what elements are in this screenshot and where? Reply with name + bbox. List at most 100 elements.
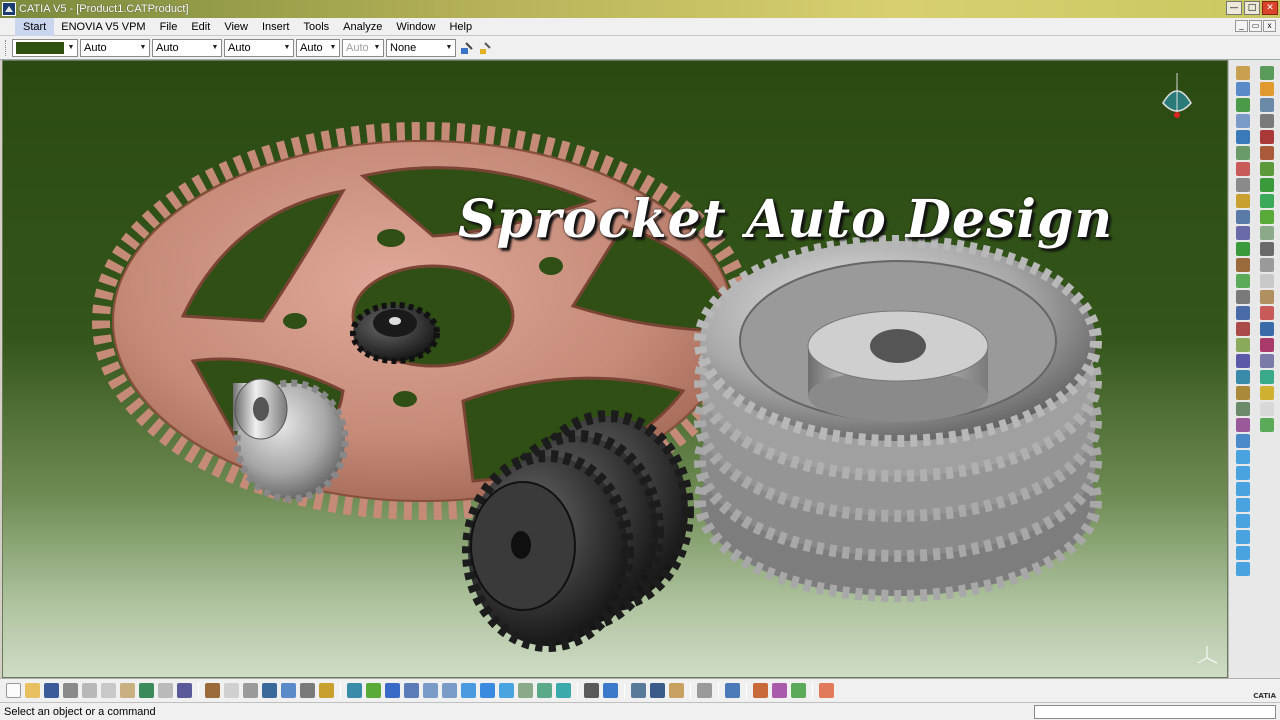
manage-representations-icon[interactable] — [1236, 194, 1250, 208]
paste-icon[interactable] — [120, 683, 135, 698]
small-black-sprocket[interactable] — [350, 302, 440, 364]
capture-icon[interactable] — [1260, 370, 1274, 384]
weld-icon[interactable] — [1260, 130, 1274, 144]
rotate-view-icon[interactable] — [404, 683, 419, 698]
menu-insert[interactable]: Insert — [255, 18, 297, 36]
generate-numbering-icon[interactable] — [1236, 162, 1250, 176]
sprocket-scene[interactable] — [3, 61, 1228, 678]
catia-app-icon[interactable] — [2, 2, 16, 16]
cube-view-1-icon[interactable] — [1236, 450, 1250, 464]
formula-icon[interactable] — [205, 683, 220, 698]
part-icon[interactable] — [1236, 98, 1250, 112]
chevron-down-icon[interactable]: ▼ — [209, 40, 221, 56]
distance-icon[interactable] — [1236, 354, 1250, 368]
cube-view-8-icon[interactable] — [1236, 562, 1250, 576]
steel-multirow-sprocket[interactable] — [694, 235, 1102, 602]
point-symbol-combo[interactable]: Auto ▼ — [296, 38, 340, 57]
menu-enovia[interactable]: ENOVIA V5 VPM — [54, 18, 152, 36]
line-thickness-combo[interactable]: Auto ▼ — [152, 38, 222, 57]
fast-multi-instantiation-icon[interactable] — [1236, 210, 1250, 224]
toolbar-grip[interactable] — [5, 39, 8, 56]
graph-tree-icon[interactable] — [1236, 146, 1250, 160]
comment-icon[interactable] — [224, 683, 239, 698]
measure-icon[interactable] — [631, 683, 646, 698]
view-frozen-icon[interactable] — [1260, 322, 1274, 336]
create-multi-view-icon[interactable] — [480, 683, 495, 698]
redo-icon[interactable] — [158, 683, 173, 698]
doc-close-button[interactable]: x — [1263, 20, 1276, 32]
mass-properties-icon[interactable] — [1236, 402, 1250, 416]
render-1-icon[interactable] — [753, 683, 768, 698]
refresh-icon[interactable] — [697, 683, 712, 698]
print-icon[interactable] — [63, 683, 78, 698]
product-icon[interactable] — [1236, 66, 1250, 80]
rec-icon[interactable] — [1260, 258, 1274, 272]
snap-icon[interactable] — [1236, 258, 1250, 272]
existing-component-icon[interactable] — [1236, 114, 1250, 128]
clash-icon[interactable] — [1236, 322, 1250, 336]
replace-component-icon[interactable] — [1236, 130, 1250, 144]
maximize-button[interactable]: □ — [1244, 1, 1260, 15]
cube-view-6-icon[interactable] — [1236, 530, 1250, 544]
hammer-icon[interactable] — [300, 683, 315, 698]
close-button[interactable]: ✕ — [1262, 1, 1278, 15]
constraint-icon[interactable] — [1236, 418, 1250, 432]
stop-manipulate-icon[interactable] — [1236, 306, 1250, 320]
menu-help[interactable]: Help — [442, 18, 479, 36]
select-arrow-icon[interactable] — [1260, 82, 1274, 96]
zoom-out-icon[interactable] — [442, 683, 457, 698]
undo-icon[interactable] — [139, 683, 154, 698]
open-file-icon[interactable] — [25, 683, 40, 698]
cube-view-4-icon[interactable] — [1236, 498, 1250, 512]
chevron-down-icon[interactable]: ▼ — [327, 40, 339, 56]
pan-icon[interactable] — [385, 683, 400, 698]
cut-icon[interactable] — [82, 683, 97, 698]
tree-expand-icon[interactable] — [281, 683, 296, 698]
format-painter-icon[interactable] — [459, 40, 475, 56]
menu-window[interactable]: Window — [389, 18, 442, 36]
chevron-down-icon[interactable]: ▼ — [443, 40, 455, 56]
copy-icon[interactable] — [101, 683, 116, 698]
minimize-button[interactable]: — — [1226, 1, 1242, 15]
reuse-pattern-icon[interactable] — [1260, 242, 1274, 256]
painter-brush-icon[interactable] — [477, 40, 493, 56]
transparency-combo[interactable]: Auto ▼ — [80, 38, 150, 57]
fit-all-icon[interactable] — [366, 683, 381, 698]
fix-together-icon[interactable] — [1260, 194, 1274, 208]
grid-icon[interactable] — [1260, 402, 1274, 416]
menu-view[interactable]: View — [217, 18, 255, 36]
zoom-in-icon[interactable] — [423, 683, 438, 698]
grid-snap-icon[interactable] — [819, 683, 834, 698]
chevron-down-icon[interactable]: ▼ — [65, 40, 77, 56]
capture-image-icon[interactable] — [584, 683, 599, 698]
offset-icon[interactable] — [1260, 162, 1274, 176]
3d-viewport[interactable]: Sprocket Auto Design — [2, 60, 1228, 678]
distance-analysis-icon[interactable] — [650, 683, 665, 698]
knowledge-icon[interactable] — [243, 683, 258, 698]
cube-view-2-icon[interactable] — [1236, 466, 1250, 480]
chevron-down-icon[interactable]: ▼ — [137, 40, 149, 56]
render-3-icon[interactable] — [791, 683, 806, 698]
measure-item-icon[interactable] — [1236, 386, 1250, 400]
menu-file[interactable]: File — [153, 18, 185, 36]
manipulation-icon[interactable] — [1236, 242, 1250, 256]
normal-view-icon[interactable] — [461, 683, 476, 698]
new-file-icon[interactable] — [6, 683, 21, 698]
snapshot-icon[interactable] — [1260, 354, 1274, 368]
flexible-icon[interactable] — [1260, 226, 1274, 240]
multi-instantiation-icon[interactable] — [1236, 226, 1250, 240]
layer-combo[interactable]: None ▼ — [386, 38, 456, 57]
quick-constraint-icon[interactable] — [1260, 210, 1274, 224]
smart-move-icon[interactable] — [1236, 274, 1250, 288]
isometric-view-icon[interactable] — [499, 683, 514, 698]
measure-between-icon[interactable] — [1236, 370, 1250, 384]
fix-component-icon[interactable] — [1236, 434, 1250, 448]
flag-icon[interactable] — [1260, 306, 1274, 320]
material-icon[interactable] — [725, 683, 740, 698]
sectioning-icon[interactable] — [1236, 338, 1250, 352]
scene-icon[interactable] — [1260, 418, 1274, 432]
update-icon[interactable] — [603, 683, 618, 698]
bolt-icon[interactable] — [1260, 114, 1274, 128]
cube-view-5-icon[interactable] — [1236, 514, 1250, 528]
angle-icon[interactable] — [1260, 178, 1274, 192]
